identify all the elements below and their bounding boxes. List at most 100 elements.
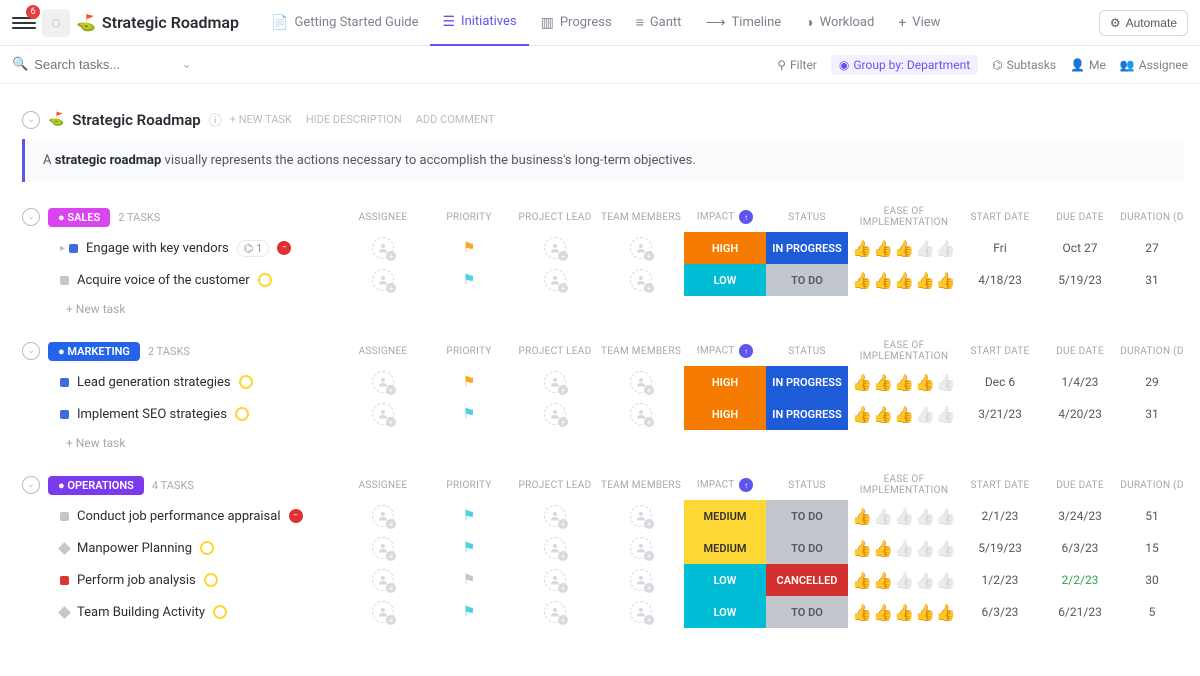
tab-workload[interactable]: ◑Workload xyxy=(793,0,886,46)
col-start-date[interactable]: START DATE xyxy=(960,212,1040,223)
project-lead-cell[interactable] xyxy=(512,596,598,628)
col-assignee[interactable]: ASSIGNEE xyxy=(340,212,426,223)
project-lead-cell[interactable] xyxy=(512,366,598,398)
collapse-page-icon[interactable]: ⌄ xyxy=(22,111,40,129)
impact-cell[interactable]: HIGH xyxy=(684,366,766,398)
col-due-date[interactable]: DUE DATE xyxy=(1040,346,1120,357)
status-dot[interactable] xyxy=(60,410,69,419)
priority-cell[interactable]: ⚑ xyxy=(426,398,512,430)
impact-cell[interactable]: LOW xyxy=(684,564,766,596)
ease-cell[interactable]: 👍👍👍👍👍 xyxy=(848,366,960,398)
col-ease[interactable]: EASE OF IMPLEMENTATION xyxy=(848,206,960,228)
progress-icon[interactable] xyxy=(200,541,214,555)
priority-cell[interactable]: ⚑ xyxy=(426,532,512,564)
group-label[interactable]: ● MARKETING xyxy=(48,342,140,361)
ease-cell[interactable]: 👍👍👍👍👍 xyxy=(848,264,960,296)
impact-cell[interactable]: LOW xyxy=(684,264,766,296)
task-row[interactable]: Implement SEO strategies ⚑ HIGH IN PROGR… xyxy=(16,398,1184,430)
col-team-members[interactable]: TEAM MEMBERS xyxy=(598,346,684,357)
assignee-cell[interactable] xyxy=(340,398,426,430)
menu-button[interactable]: 6 xyxy=(12,11,36,35)
task-row[interactable]: Perform job analysis ⚑ LOW CANCELLED 👍👍👍… xyxy=(16,564,1184,596)
team-members-cell[interactable] xyxy=(598,532,684,564)
group-by-button[interactable]: ◉ Group by: Department xyxy=(831,55,978,75)
task-row[interactable]: Lead generation strategies ⚑ HIGH IN PRO… xyxy=(16,366,1184,398)
col-duration[interactable]: DURATION (D xyxy=(1120,212,1184,223)
task-name[interactable]: Team Building Activity xyxy=(77,605,205,620)
status-cell[interactable]: IN PROGRESS xyxy=(766,366,848,398)
col-impact[interactable]: IMPACT ↑ xyxy=(684,210,766,224)
start-date-cell[interactable]: 5/19/23 xyxy=(960,532,1040,564)
tab-timeline[interactable]: ⟶Timeline xyxy=(693,0,793,46)
collapse-group-icon[interactable]: ⌄ xyxy=(22,208,40,226)
progress-icon[interactable] xyxy=(258,273,272,287)
hide-description-link[interactable]: HIDE DESCRIPTION xyxy=(306,113,402,126)
priority-cell[interactable]: ⚑ xyxy=(426,500,512,532)
project-lead-cell[interactable] xyxy=(512,264,598,296)
status-dot[interactable] xyxy=(60,276,69,285)
tab-getting-started-guide[interactable]: 📄Getting Started Guide xyxy=(259,0,430,46)
duration-cell[interactable]: 5 xyxy=(1120,596,1184,628)
subtask-count[interactable]: ⌬ 1 xyxy=(237,240,270,257)
status-cell[interactable]: IN PROGRESS xyxy=(766,232,848,264)
col-team-members[interactable]: TEAM MEMBERS xyxy=(598,212,684,223)
task-row[interactable]: Manpower Planning ⚑ MEDIUM TO DO 👍👍👍👍👍 5… xyxy=(16,532,1184,564)
start-date-cell[interactable]: 6/3/23 xyxy=(960,596,1040,628)
assignee-button[interactable]: 👥 Assignee xyxy=(1120,58,1188,72)
project-lead-cell[interactable] xyxy=(512,398,598,430)
col-status[interactable]: STATUS xyxy=(766,212,848,223)
assignee-cell[interactable] xyxy=(340,500,426,532)
start-date-cell[interactable]: 4/18/23 xyxy=(960,264,1040,296)
progress-icon[interactable] xyxy=(213,605,227,619)
priority-cell[interactable]: ⚑ xyxy=(426,366,512,398)
due-date-cell[interactable]: 4/20/23 xyxy=(1040,398,1120,430)
due-date-cell[interactable]: Oct 27 xyxy=(1040,232,1120,264)
team-members-cell[interactable] xyxy=(598,398,684,430)
new-task-link[interactable]: + NEW TASK xyxy=(230,113,292,126)
priority-cell[interactable]: ⚑ xyxy=(426,264,512,296)
page-title[interactable]: Strategic Roadmap xyxy=(102,13,239,32)
col-duration[interactable]: DURATION (D xyxy=(1120,346,1184,357)
team-members-cell[interactable] xyxy=(598,500,684,532)
progress-icon[interactable] xyxy=(235,407,249,421)
duration-cell[interactable]: 29 xyxy=(1120,366,1184,398)
team-members-cell[interactable] xyxy=(598,366,684,398)
assignee-cell[interactable] xyxy=(340,264,426,296)
tab-gantt[interactable]: ≡Gantt xyxy=(624,0,694,46)
task-name[interactable]: Manpower Planning xyxy=(77,541,192,556)
expand-caret-icon[interactable]: ▸ xyxy=(60,243,65,254)
team-members-cell[interactable] xyxy=(598,564,684,596)
status-dot[interactable] xyxy=(60,378,69,387)
ease-cell[interactable]: 👍👍👍👍👍 xyxy=(848,564,960,596)
status-cell[interactable]: TO DO xyxy=(766,500,848,532)
impact-cell[interactable]: MEDIUM xyxy=(684,532,766,564)
task-name[interactable]: Implement SEO strategies xyxy=(77,407,227,422)
task-row[interactable]: ▸ Engage with key vendors ⌬ 1 − ⚑ HIGH I… xyxy=(16,232,1184,264)
status-dot[interactable] xyxy=(60,576,69,585)
status-cell[interactable]: CANCELLED xyxy=(766,564,848,596)
start-date-cell[interactable]: 1/2/23 xyxy=(960,564,1040,596)
due-date-cell[interactable]: 2/2/23 xyxy=(1040,564,1120,596)
col-impact[interactable]: IMPACT ↑ xyxy=(684,344,766,358)
progress-icon[interactable] xyxy=(204,573,218,587)
col-start-date[interactable]: START DATE xyxy=(960,346,1040,357)
start-date-cell[interactable]: Dec 6 xyxy=(960,366,1040,398)
task-row[interactable]: Conduct job performance appraisal − ⚑ ME… xyxy=(16,500,1184,532)
space-icon[interactable]: ◌ xyxy=(42,9,70,37)
priority-cell[interactable]: ⚑ xyxy=(426,596,512,628)
col-due-date[interactable]: DUE DATE xyxy=(1040,212,1120,223)
blocked-icon[interactable]: − xyxy=(289,509,303,523)
priority-cell[interactable]: ⚑ xyxy=(426,564,512,596)
tab-progress[interactable]: ▥Progress xyxy=(529,0,624,46)
project-lead-cell[interactable] xyxy=(512,532,598,564)
automate-button[interactable]: ⚙ Automate xyxy=(1099,10,1188,36)
col-status[interactable]: STATUS xyxy=(766,346,848,357)
due-date-cell[interactable]: 6/3/23 xyxy=(1040,532,1120,564)
task-name[interactable]: Acquire voice of the customer xyxy=(77,273,250,288)
col-priority[interactable]: PRIORITY xyxy=(426,346,512,357)
due-date-cell[interactable]: 1/4/23 xyxy=(1040,366,1120,398)
ease-cell[interactable]: 👍👍👍👍👍 xyxy=(848,532,960,564)
info-icon[interactable]: ⓘ xyxy=(209,110,222,129)
me-button[interactable]: 👤 Me xyxy=(1070,58,1106,72)
status-cell[interactable]: TO DO xyxy=(766,264,848,296)
